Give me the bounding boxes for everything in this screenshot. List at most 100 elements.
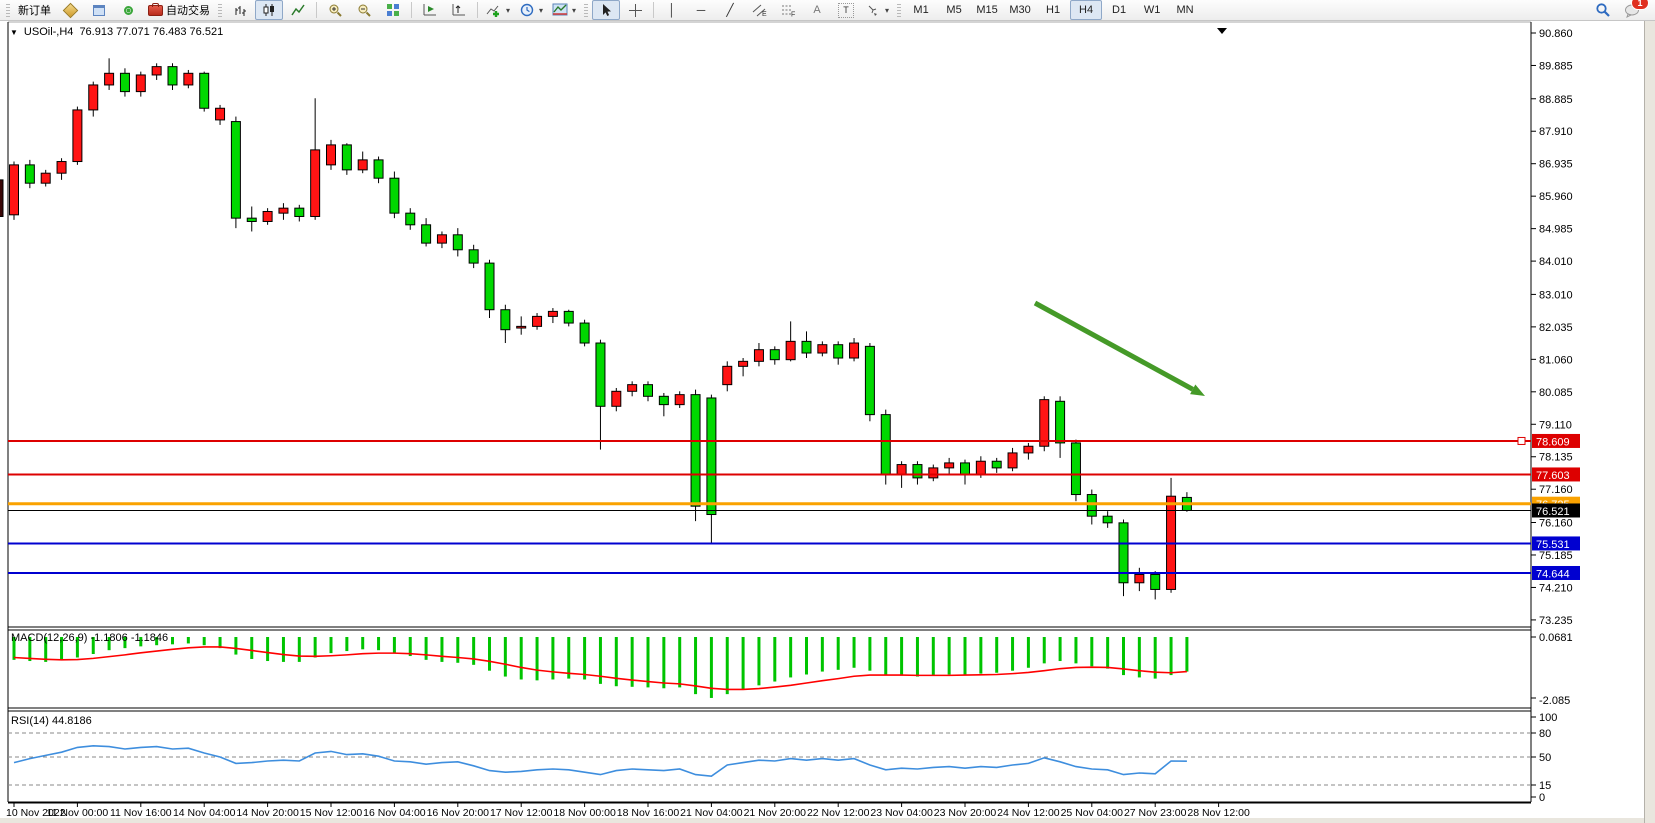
ohlc-values: 76.913 77.071 76.483 76.521 <box>79 26 223 38</box>
macd-axis-bottom-label: -2.085 <box>1539 695 1570 707</box>
candle <box>628 385 637 392</box>
candle <box>485 263 494 310</box>
candle <box>770 350 779 360</box>
price-level-badge-label: 74.644 <box>1536 568 1570 580</box>
price-tick-label: 89.885 <box>1539 60 1573 72</box>
rsi-axis-label: 50 <box>1539 752 1551 764</box>
price-level-badge-label: 78.609 <box>1536 436 1570 448</box>
candle <box>850 343 859 358</box>
candle <box>929 468 938 478</box>
price-tick-label: 81.060 <box>1539 354 1573 366</box>
price-tick-label: 73.235 <box>1539 615 1573 627</box>
price-tick-label: 86.935 <box>1539 159 1573 171</box>
candle <box>41 173 50 183</box>
candle <box>818 345 827 353</box>
candle <box>152 67 161 75</box>
candle <box>501 310 510 330</box>
candle <box>802 341 811 353</box>
candle <box>612 391 621 406</box>
candle <box>437 235 446 243</box>
candle <box>517 326 526 328</box>
candle <box>327 145 336 165</box>
price-level-badge-label: 76.521 <box>1536 506 1570 518</box>
window-bottom-edge <box>0 818 1644 823</box>
candle <box>200 73 209 108</box>
rsi-axis-label: 15 <box>1539 780 1551 792</box>
candle <box>691 395 700 507</box>
price-tick-label: 87.910 <box>1539 126 1573 138</box>
price-tick-label: 76.160 <box>1539 518 1573 530</box>
candle <box>1103 516 1112 523</box>
collapse-triangle-icon[interactable]: ▼ <box>10 28 18 37</box>
price-tick-label: 90.860 <box>1539 28 1573 40</box>
price-tick-label: 84.010 <box>1539 256 1573 268</box>
partial-candle <box>0 180 3 217</box>
candle <box>564 311 573 323</box>
candle <box>1135 574 1144 582</box>
price-level-badge-label: 75.531 <box>1536 539 1570 551</box>
price-tick-label: 84.985 <box>1539 224 1573 236</box>
candle <box>168 67 177 85</box>
candle <box>120 73 129 91</box>
candle <box>1151 574 1160 589</box>
price-level-badge-label: 77.603 <box>1536 470 1570 482</box>
price-tick-label: 88.885 <box>1539 94 1573 106</box>
candle <box>263 211 272 221</box>
candle <box>390 178 399 213</box>
rsi-label: RSI(14) 44.8186 <box>11 715 92 727</box>
candle <box>1056 401 1065 443</box>
candle <box>453 235 462 250</box>
price-tick-label: 75.185 <box>1539 550 1573 562</box>
candle <box>786 341 795 359</box>
chart-title: ▼ USOil-,H4 76.913 77.071 76.483 76.521 <box>10 26 223 38</box>
candle <box>184 73 193 85</box>
candle <box>406 213 415 225</box>
candle <box>723 366 732 384</box>
candle <box>105 73 114 85</box>
candle <box>469 250 478 263</box>
window-right-edge <box>1644 21 1655 823</box>
candle <box>754 350 763 362</box>
line-handle[interactable] <box>1518 437 1525 444</box>
candle <box>992 461 1001 468</box>
candle <box>216 108 225 120</box>
candle <box>10 165 19 215</box>
candle <box>1071 443 1080 495</box>
candle <box>976 461 985 474</box>
price-tick-label: 80.085 <box>1539 387 1573 399</box>
candle <box>881 415 890 475</box>
candle <box>913 465 922 478</box>
macd-label: MACD(12,26,9) -1.1806 -1.1846 <box>11 632 168 644</box>
candle <box>596 343 605 406</box>
candle <box>707 398 716 515</box>
candle <box>945 463 954 468</box>
candle <box>675 395 684 405</box>
candle <box>659 396 668 404</box>
macd-axis-top-label: 0.0681 <box>1539 632 1573 644</box>
candle <box>422 225 431 243</box>
mt4-window: 新订单 自动交易 <box>0 0 1655 823</box>
candle <box>644 385 653 397</box>
candle <box>897 465 906 475</box>
candle <box>57 162 66 174</box>
price-tick-label: 78.135 <box>1539 452 1573 464</box>
candle <box>961 463 970 475</box>
candle <box>580 323 589 343</box>
price-tick-label: 85.960 <box>1539 191 1573 203</box>
candle <box>548 311 557 316</box>
candle <box>1040 400 1049 447</box>
price-tick-label: 83.010 <box>1539 289 1573 301</box>
candle <box>739 361 748 366</box>
candle <box>1024 446 1033 453</box>
price-tick-label: 77.160 <box>1539 484 1573 496</box>
candle <box>279 208 288 213</box>
candle <box>25 165 34 183</box>
candle <box>342 145 351 170</box>
candle <box>1008 453 1017 468</box>
rsi-axis-label: 80 <box>1539 728 1551 740</box>
candle <box>358 160 367 170</box>
candle <box>73 110 82 162</box>
rsi-axis-label: 0 <box>1539 792 1545 804</box>
price-tick-label: 82.035 <box>1539 322 1573 334</box>
chart-plot[interactable]: 90.860 89.885 88.885 87.910 86.935 85.960 84.9… <box>0 0 1655 823</box>
